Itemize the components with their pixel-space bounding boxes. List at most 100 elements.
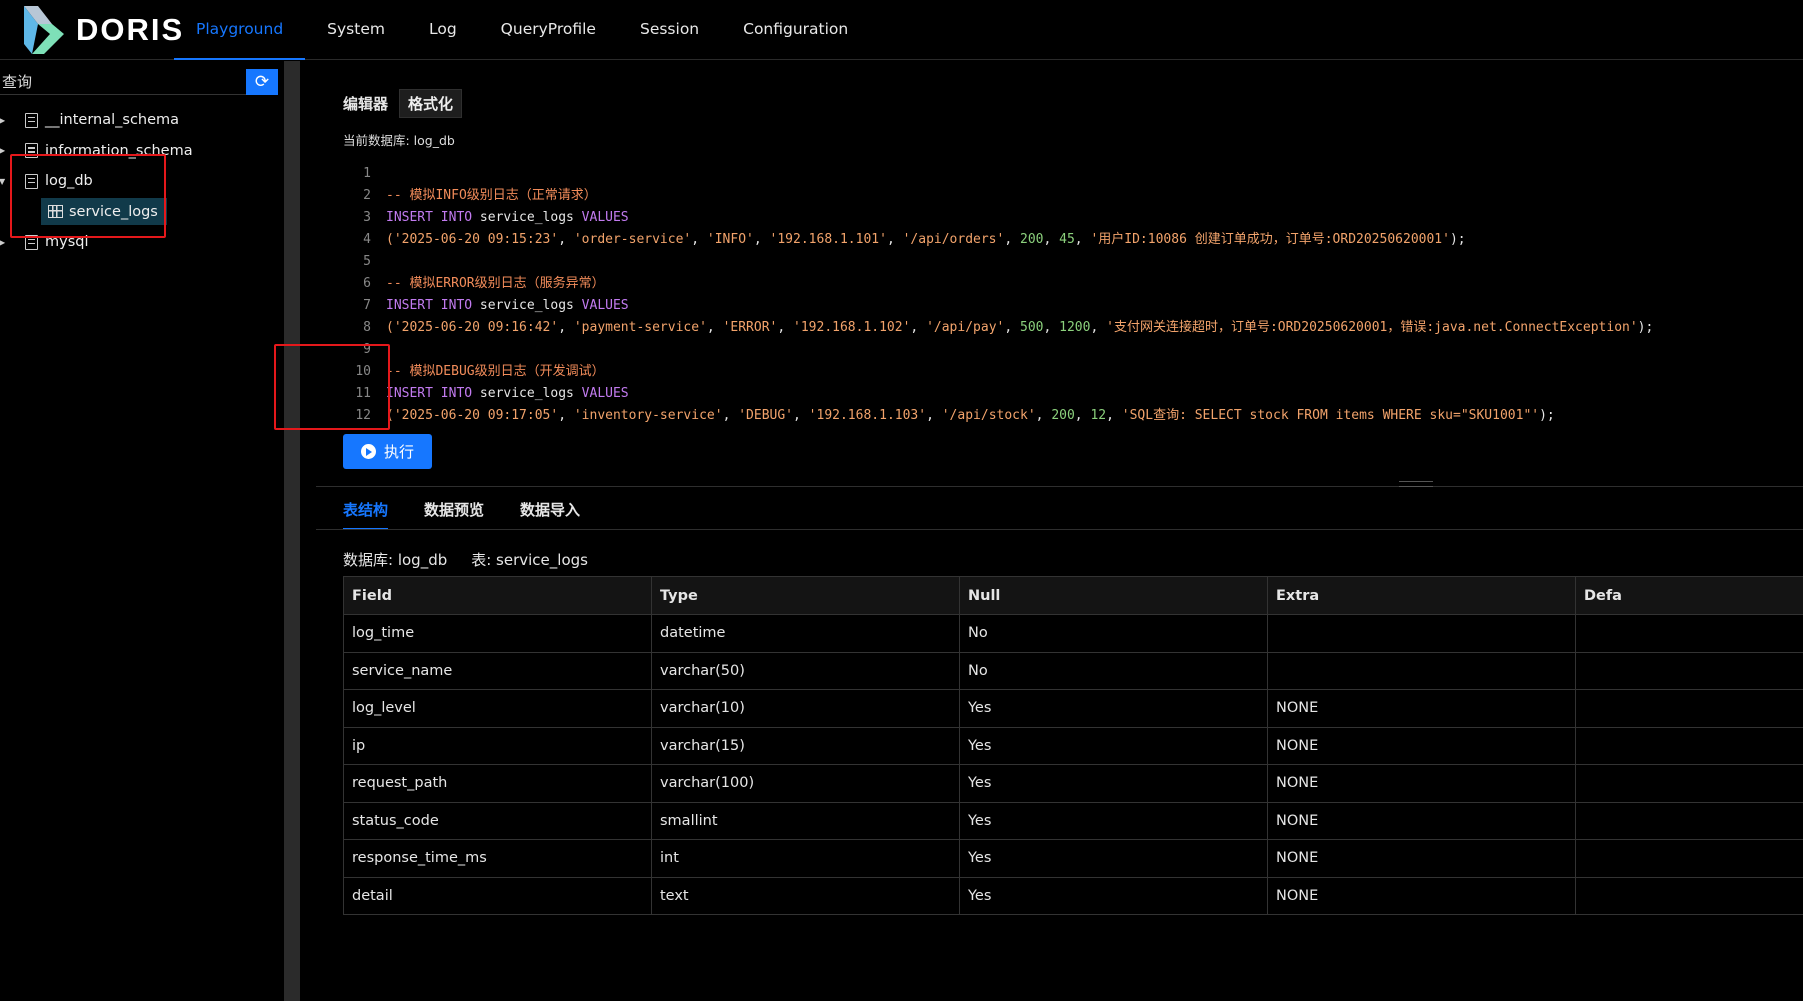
table-row: service_name varchar(50) No — [343, 651, 1803, 690]
table-cell: No — [959, 651, 1268, 690]
caret-right-icon[interactable]: ▶ — [0, 116, 5, 125]
line-number: 4 — [363, 232, 371, 247]
current-database-label: 当前数据库: log_db — [343, 133, 455, 148]
caret-down-icon[interactable]: ▼ — [0, 177, 5, 186]
sql-editor[interactable]: 1 2 -- 模拟INFO级别日志（正常请求） 3 INSERT INTO servic… — [316, 163, 1803, 427]
code-token: , — [1043, 320, 1060, 335]
tab-data-import[interactable]: 数据导入 — [520, 491, 580, 530]
code-token: '192.168.1.103' — [808, 408, 927, 423]
main-panel: 编辑器 格式化 当前数据库: log_db 1 2 -- 模拟INFO级别日志（正常… — [316, 61, 1803, 1001]
code-line[interactable]: 1 — [316, 163, 1803, 185]
code-token: VALUES — [581, 210, 629, 225]
code-token: , — [886, 232, 903, 247]
code-line[interactable]: 4 ('2025-06-20 09:15:23', 'order-service'… — [316, 229, 1803, 251]
code-token: ); — [1539, 408, 1555, 423]
table-cell: NONE — [1267, 689, 1576, 728]
code-line[interactable]: 3 INSERT INTO service_logs VALUES — [316, 207, 1803, 229]
nav-session[interactable]: Session — [618, 0, 721, 60]
code-token: service_logs — [479, 210, 582, 225]
table-cell: Yes — [959, 726, 1268, 765]
caret-right-icon[interactable]: ▶ — [0, 238, 5, 247]
table-cell: varchar(15) — [651, 726, 960, 765]
code-token: , — [1004, 320, 1021, 335]
code-line[interactable]: 9 — [316, 339, 1803, 361]
table-cell: varchar(100) — [651, 764, 960, 803]
code-token: , — [558, 232, 574, 247]
code-token: -- 模拟INFO级别日志（正常请求） — [386, 188, 597, 203]
table-cell — [1575, 614, 1803, 653]
nav-log[interactable]: Log — [407, 0, 479, 60]
line-number: 2 — [363, 188, 371, 203]
table-info: 数据库: log_db 表: service_logs — [343, 549, 588, 570]
code-token: , — [722, 408, 739, 423]
table-cell: ip — [343, 726, 652, 765]
nav-playground[interactable]: Playground — [174, 0, 306, 60]
nav-configuration[interactable]: Configuration — [721, 0, 870, 60]
code-line[interactable]: 11 INSERT INTO service_logs VALUES — [316, 383, 1803, 405]
code-token: INSERT INTO — [386, 210, 480, 225]
code-token: , — [926, 408, 942, 423]
code-line[interactable]: 12 ('2025-06-20 09:17:05', 'inventory-ser… — [316, 405, 1803, 427]
code-token: '/api/stock' — [941, 408, 1036, 423]
table-row: status_code smallint Yes NONE — [343, 801, 1803, 840]
code-token: 500 — [1020, 320, 1044, 335]
code-line[interactable]: 6 -- 模拟ERROR级别日志（服务异常） — [316, 273, 1803, 295]
code-token: '192.168.1.101' — [769, 232, 887, 247]
tree-item-label: __internal_schema — [45, 112, 180, 129]
nav-system[interactable]: System — [305, 0, 407, 60]
code-line[interactable]: 10 -- 模拟DEBUG级别日志（开发调试） — [316, 361, 1803, 383]
code-token: , — [558, 408, 574, 423]
tab-table-structure[interactable]: 表结构 — [343, 491, 389, 530]
code-token: ('2025-06-20 09:17:05' — [386, 408, 559, 423]
table-cell — [1575, 764, 1803, 803]
table-cell: response_time_ms — [343, 839, 652, 878]
code-line[interactable]: 2 -- 模拟INFO级别日志（正常请求） — [316, 185, 1803, 207]
line-number: 3 — [363, 210, 371, 225]
code-token: 12 — [1090, 408, 1107, 423]
search-input[interactable] — [0, 69, 246, 95]
code-line[interactable]: 7 INSERT INTO service_logs VALUES — [316, 295, 1803, 317]
table-cell: NONE — [1267, 726, 1576, 765]
tab-data-preview[interactable]: 数据预览 — [424, 491, 484, 530]
doris-logo-icon — [24, 6, 64, 54]
main-nav: Playground System Log QueryProfile Sessi… — [174, 0, 870, 60]
resize-handle[interactable] — [1399, 481, 1433, 487]
tree-item-internal-schema[interactable]: ▶ __internal_schema — [0, 105, 280, 136]
code-token: , — [691, 232, 707, 247]
code-token: ); — [1449, 232, 1466, 247]
code-line[interactable]: 5 — [316, 251, 1803, 273]
editor-header: 编辑器 格式化 — [343, 89, 463, 118]
table-cell: text — [651, 876, 960, 915]
nav-queryprofile[interactable]: QueryProfile — [479, 0, 618, 60]
code-token: , — [910, 320, 927, 335]
code-token: , — [558, 320, 574, 335]
table-cell: status_code — [343, 801, 652, 840]
code-token: 200 — [1051, 408, 1075, 423]
table-cell: Yes — [959, 689, 1268, 728]
table-cell: datetime — [651, 614, 960, 653]
column-header: Extra — [1267, 576, 1576, 615]
table-cell: smallint — [651, 801, 960, 840]
code-token: , — [1035, 408, 1052, 423]
table-cell: NONE — [1267, 876, 1576, 915]
run-button[interactable]: 执行 — [343, 434, 432, 469]
code-token: , — [1004, 232, 1020, 247]
refresh-icon: ⟳ — [254, 72, 270, 92]
table-cell: Yes — [959, 839, 1268, 878]
caret-right-icon[interactable]: ▶ — [0, 146, 5, 155]
database-icon — [25, 112, 38, 128]
editor-title: 编辑器 — [343, 95, 389, 113]
column-header: Null — [959, 576, 1268, 615]
sidebar-scrollbar[interactable] — [284, 61, 300, 1001]
refresh-button[interactable]: ⟳ — [246, 69, 278, 95]
line-number: 5 — [363, 254, 371, 269]
code-line[interactable]: 8 ('2025-06-20 09:16:42', 'payment-servic… — [316, 317, 1803, 339]
code-token: , — [793, 408, 809, 423]
table-cell — [1575, 651, 1803, 690]
code-token: 'DEBUG' — [738, 408, 794, 423]
format-button[interactable]: 格式化 — [399, 89, 463, 118]
doris-logo[interactable]: DORIS — [22, 4, 184, 56]
table-row: response_time_ms int Yes NONE — [343, 839, 1803, 878]
code-token: , — [706, 320, 723, 335]
code-token: ('2025-06-20 09:15:23' — [386, 232, 559, 247]
